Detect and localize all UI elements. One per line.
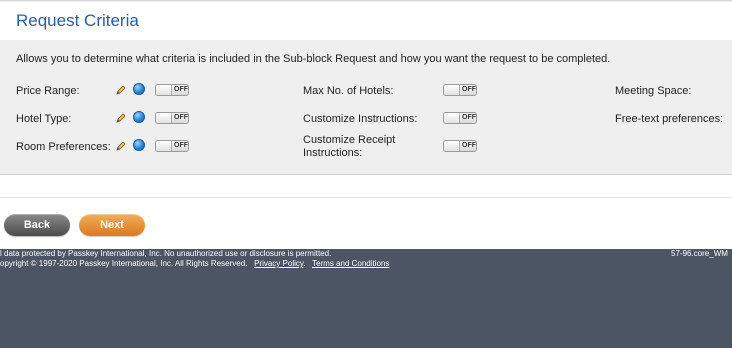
customize-instructions-toggle[interactable]: OFF bbox=[443, 112, 477, 124]
panel-description: Allows you to determine what criteria is… bbox=[16, 53, 611, 65]
toggle-state: OFF bbox=[174, 114, 188, 121]
free-text-preferences-label: Free-text preferences: bbox=[615, 113, 724, 125]
pencil-icon[interactable] bbox=[116, 85, 126, 95]
footer-notice: l data protected by Passkey Internationa… bbox=[0, 249, 332, 258]
divider bbox=[0, 197, 732, 198]
price-range-toggle[interactable]: OFF bbox=[155, 84, 189, 96]
toggle-knob bbox=[156, 85, 172, 95]
globe-icon[interactable] bbox=[133, 111, 145, 123]
globe-icon[interactable] bbox=[133, 139, 145, 151]
privacy-policy-link[interactable]: Privacy Policy bbox=[254, 259, 303, 268]
panel-header: Request Criteria bbox=[0, 2, 732, 40]
toggle-state: OFF bbox=[462, 142, 476, 149]
pencil-icon[interactable] bbox=[116, 141, 126, 151]
room-preferences-label: Room Preferences: bbox=[16, 141, 111, 153]
room-preferences-toggle[interactable]: OFF bbox=[155, 140, 189, 152]
link-separator: . bbox=[303, 259, 306, 268]
toggle-knob bbox=[444, 113, 460, 123]
version-label: 57-96.core_WM bbox=[671, 249, 728, 258]
toggle-knob bbox=[444, 85, 460, 95]
customize-receipt-label-line2: Instructions: bbox=[303, 147, 363, 159]
toggle-state: OFF bbox=[174, 86, 188, 93]
toggle-state: OFF bbox=[462, 86, 476, 93]
price-range-label: Price Range: bbox=[16, 85, 80, 97]
pencil-icon[interactable] bbox=[116, 113, 126, 123]
max-hotels-toggle[interactable]: OFF bbox=[443, 84, 477, 96]
globe-icon[interactable] bbox=[133, 83, 145, 95]
request-criteria-panel: Request Criteria Allows you to determine… bbox=[0, 0, 732, 175]
customize-instructions-label: Customize Instructions: bbox=[303, 113, 418, 125]
footer: l data protected by Passkey Internationa… bbox=[0, 249, 732, 348]
copyright-text: opyright © 1997-2020 Passkey Internation… bbox=[0, 259, 248, 268]
hotel-type-toggle[interactable]: OFF bbox=[155, 112, 189, 124]
footer-copyright-line: opyright © 1997-2020 Passkey Internation… bbox=[0, 259, 389, 269]
toggle-state: OFF bbox=[462, 114, 476, 121]
meeting-space-label: Meeting Space: bbox=[615, 85, 692, 97]
toggle-knob bbox=[156, 113, 172, 123]
customize-receipt-toggle[interactable]: OFF bbox=[443, 140, 477, 152]
toggle-knob bbox=[156, 141, 172, 151]
customize-receipt-label-line1: Customize Receipt bbox=[303, 134, 396, 146]
back-button[interactable]: Back bbox=[4, 214, 70, 236]
terms-and-conditions-link[interactable]: Terms and Conditions bbox=[312, 259, 389, 268]
max-hotels-label: Max No. of Hotels: bbox=[303, 85, 394, 97]
next-button[interactable]: Next bbox=[79, 214, 145, 236]
toggle-knob bbox=[444, 141, 460, 151]
toggle-state: OFF bbox=[174, 142, 188, 149]
panel-title: Request Criteria bbox=[16, 11, 139, 30]
hotel-type-label: Hotel Type: bbox=[16, 113, 72, 125]
